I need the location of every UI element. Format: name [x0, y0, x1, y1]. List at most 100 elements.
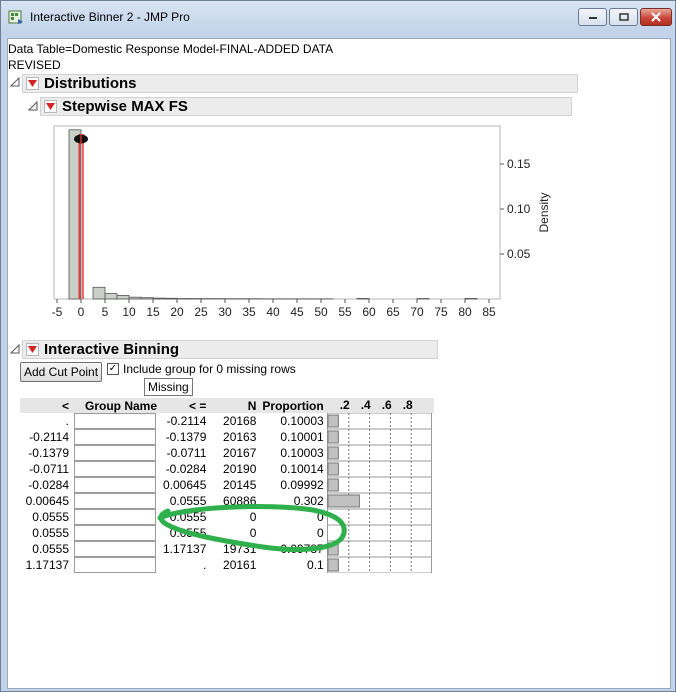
x-tick-label: 60 — [362, 305, 376, 319]
group-name-input[interactable] — [74, 525, 156, 541]
x-tick-label: 20 — [170, 305, 184, 319]
cell-group-name[interactable] — [72, 525, 160, 541]
binning-row[interactable]: -0.0711 -0.0284 20190 0.10014 — [20, 461, 434, 477]
cell-proportion-bar — [326, 525, 434, 541]
cell-proportion-bar — [326, 445, 434, 461]
col-group-name: Group Name — [72, 398, 160, 413]
cell-group-name[interactable] — [72, 413, 160, 429]
cell-upper-bound: -0.1379 — [165, 430, 207, 444]
cell-group-name[interactable] — [72, 541, 160, 557]
histogram-chart[interactable]: -5 0 5 10 15 20 25 30 35 40 45 50 55 60 65 70 75 80 85 0.15… — [8, 39, 672, 339]
cell-group-name[interactable] — [72, 477, 160, 493]
minimize-icon — [588, 17, 597, 19]
group-name-input[interactable] — [74, 557, 156, 573]
cell-group-name[interactable] — [72, 429, 160, 445]
cell-upper-bound: -0.2114 — [166, 414, 207, 428]
cell-lower-bound: . — [65, 414, 69, 428]
histogram-bar — [164, 297, 178, 300]
cell-count: 0 — [249, 510, 257, 524]
histogram-bar — [464, 298, 478, 300]
x-tick-label: -5 — [52, 305, 63, 319]
plot-frame — [53, 125, 501, 300]
col-n: N — [209, 398, 260, 413]
cell-group-name[interactable] — [72, 461, 160, 477]
cell-count: 20167 — [223, 446, 257, 460]
maximize-icon — [618, 13, 629, 21]
binning-row[interactable]: 1.17137. 20161 0.1 — [20, 557, 434, 573]
histogram-bar — [104, 293, 118, 300]
collapse-triangle-icon[interactable] — [10, 344, 20, 354]
x-tick-label: 0 — [78, 305, 85, 319]
cell-count: 20168 — [223, 414, 257, 428]
histogram-bar — [140, 297, 154, 300]
prop-tick: .2 — [339, 398, 350, 412]
cell-proportion-bar — [326, 429, 434, 445]
cell-proportion: 0.302 — [293, 494, 324, 508]
maximize-button[interactable] — [609, 8, 638, 26]
close-icon — [651, 12, 661, 22]
group-name-input[interactable] — [74, 541, 156, 557]
y-axis-label: Density — [537, 192, 551, 232]
cell-upper-bound: -0.0284 — [165, 462, 207, 476]
cell-lower-bound: 1.17137 — [25, 558, 69, 572]
binning-row[interactable]: 0.0555 0.0555 0 0 — [20, 509, 434, 525]
jmp-app-icon — [8, 10, 23, 24]
red-triangle-menu-icon[interactable] — [26, 343, 39, 356]
x-tick-label: 10 — [122, 305, 136, 319]
binning-table: < Group Name < = N Proportion .2 .4 .6 .… — [20, 398, 434, 573]
cell-proportion: 0.10001 — [280, 430, 324, 444]
cell-upper-bound: 1.17137 — [163, 542, 207, 556]
title-bar[interactable]: Interactive Binner 2 - JMP Pro — [1, 1, 675, 33]
cell-proportion-bar — [326, 493, 434, 509]
x-tick-label: 5 — [102, 305, 109, 319]
x-tick-label: 50 — [314, 305, 328, 319]
cell-upper-bound: 0.0555 — [169, 526, 207, 540]
cell-lower-bound: 0.0555 — [32, 542, 69, 556]
x-tick-label: 85 — [482, 305, 496, 319]
binning-row[interactable]: 0.00645 0.0555 60886 0.302 — [20, 493, 434, 509]
proportion-bar — [327, 542, 339, 556]
binning-header-row: < Group Name < = N Proportion .2 .4 .6 .… — [20, 398, 434, 413]
cell-group-name[interactable] — [72, 509, 160, 525]
group-name-input[interactable] — [74, 477, 156, 493]
x-tick-label: 55 — [338, 305, 352, 319]
missing-tooltip: Missing — [144, 378, 193, 396]
close-button[interactable] — [640, 8, 672, 26]
cell-upper-bound: 0.0555 — [169, 494, 207, 508]
cell-proportion-bar — [326, 557, 434, 573]
cell-group-name[interactable] — [72, 445, 160, 461]
binning-row[interactable]: -0.1379 -0.0711 20167 0.10003 — [20, 445, 434, 461]
histogram-bar — [356, 298, 370, 300]
binning-row[interactable]: -0.2114 -0.1379 20163 0.10001 — [20, 429, 434, 445]
cell-lower-bound: -0.2114 — [29, 430, 69, 444]
x-tick-label: 25 — [194, 305, 208, 319]
include-missing-checkbox[interactable]: ✓ — [107, 363, 119, 375]
cell-proportion: 0.1 — [307, 558, 324, 572]
group-name-input[interactable] — [74, 413, 156, 429]
proportion-bar — [327, 558, 339, 572]
cell-lower-bound: -0.0711 — [29, 462, 69, 476]
minimize-button[interactable] — [578, 8, 607, 26]
binning-row[interactable]: 0.0555 1.17137 19731 0.09787 — [20, 541, 434, 557]
x-tick-label: 40 — [266, 305, 280, 319]
group-name-input[interactable] — [74, 493, 156, 509]
cell-group-name[interactable] — [72, 493, 160, 509]
group-name-input[interactable] — [74, 445, 156, 461]
x-tick-label: 65 — [386, 305, 400, 319]
cell-lower-bound: 0.0555 — [32, 526, 69, 540]
group-name-input[interactable] — [74, 461, 156, 477]
binning-row[interactable]: . -0.2114 20168 0.10003 — [20, 413, 434, 429]
binning-row[interactable]: -0.0284 0.00645 20145 0.09992 — [20, 477, 434, 493]
group-name-input[interactable] — [74, 509, 156, 525]
cell-group-name[interactable] — [72, 557, 160, 573]
group-name-input[interactable] — [74, 429, 156, 445]
interactive-binning-header[interactable]: Interactive Binning — [22, 340, 438, 359]
add-cut-point-button[interactable]: Add Cut Point — [20, 362, 103, 382]
report-pane: Data Table=Domestic Response Model-FINAL… — [7, 38, 671, 689]
x-tick-label: 75 — [434, 305, 448, 319]
prop-tick: .6 — [381, 398, 392, 412]
prop-tick: .8 — [402, 398, 413, 412]
cell-lower-bound: 0.0555 — [32, 510, 69, 524]
y-tick-label: 0.05 — [507, 247, 531, 261]
binning-row[interactable]: 0.0555 0.0555 0 0 — [20, 525, 434, 541]
